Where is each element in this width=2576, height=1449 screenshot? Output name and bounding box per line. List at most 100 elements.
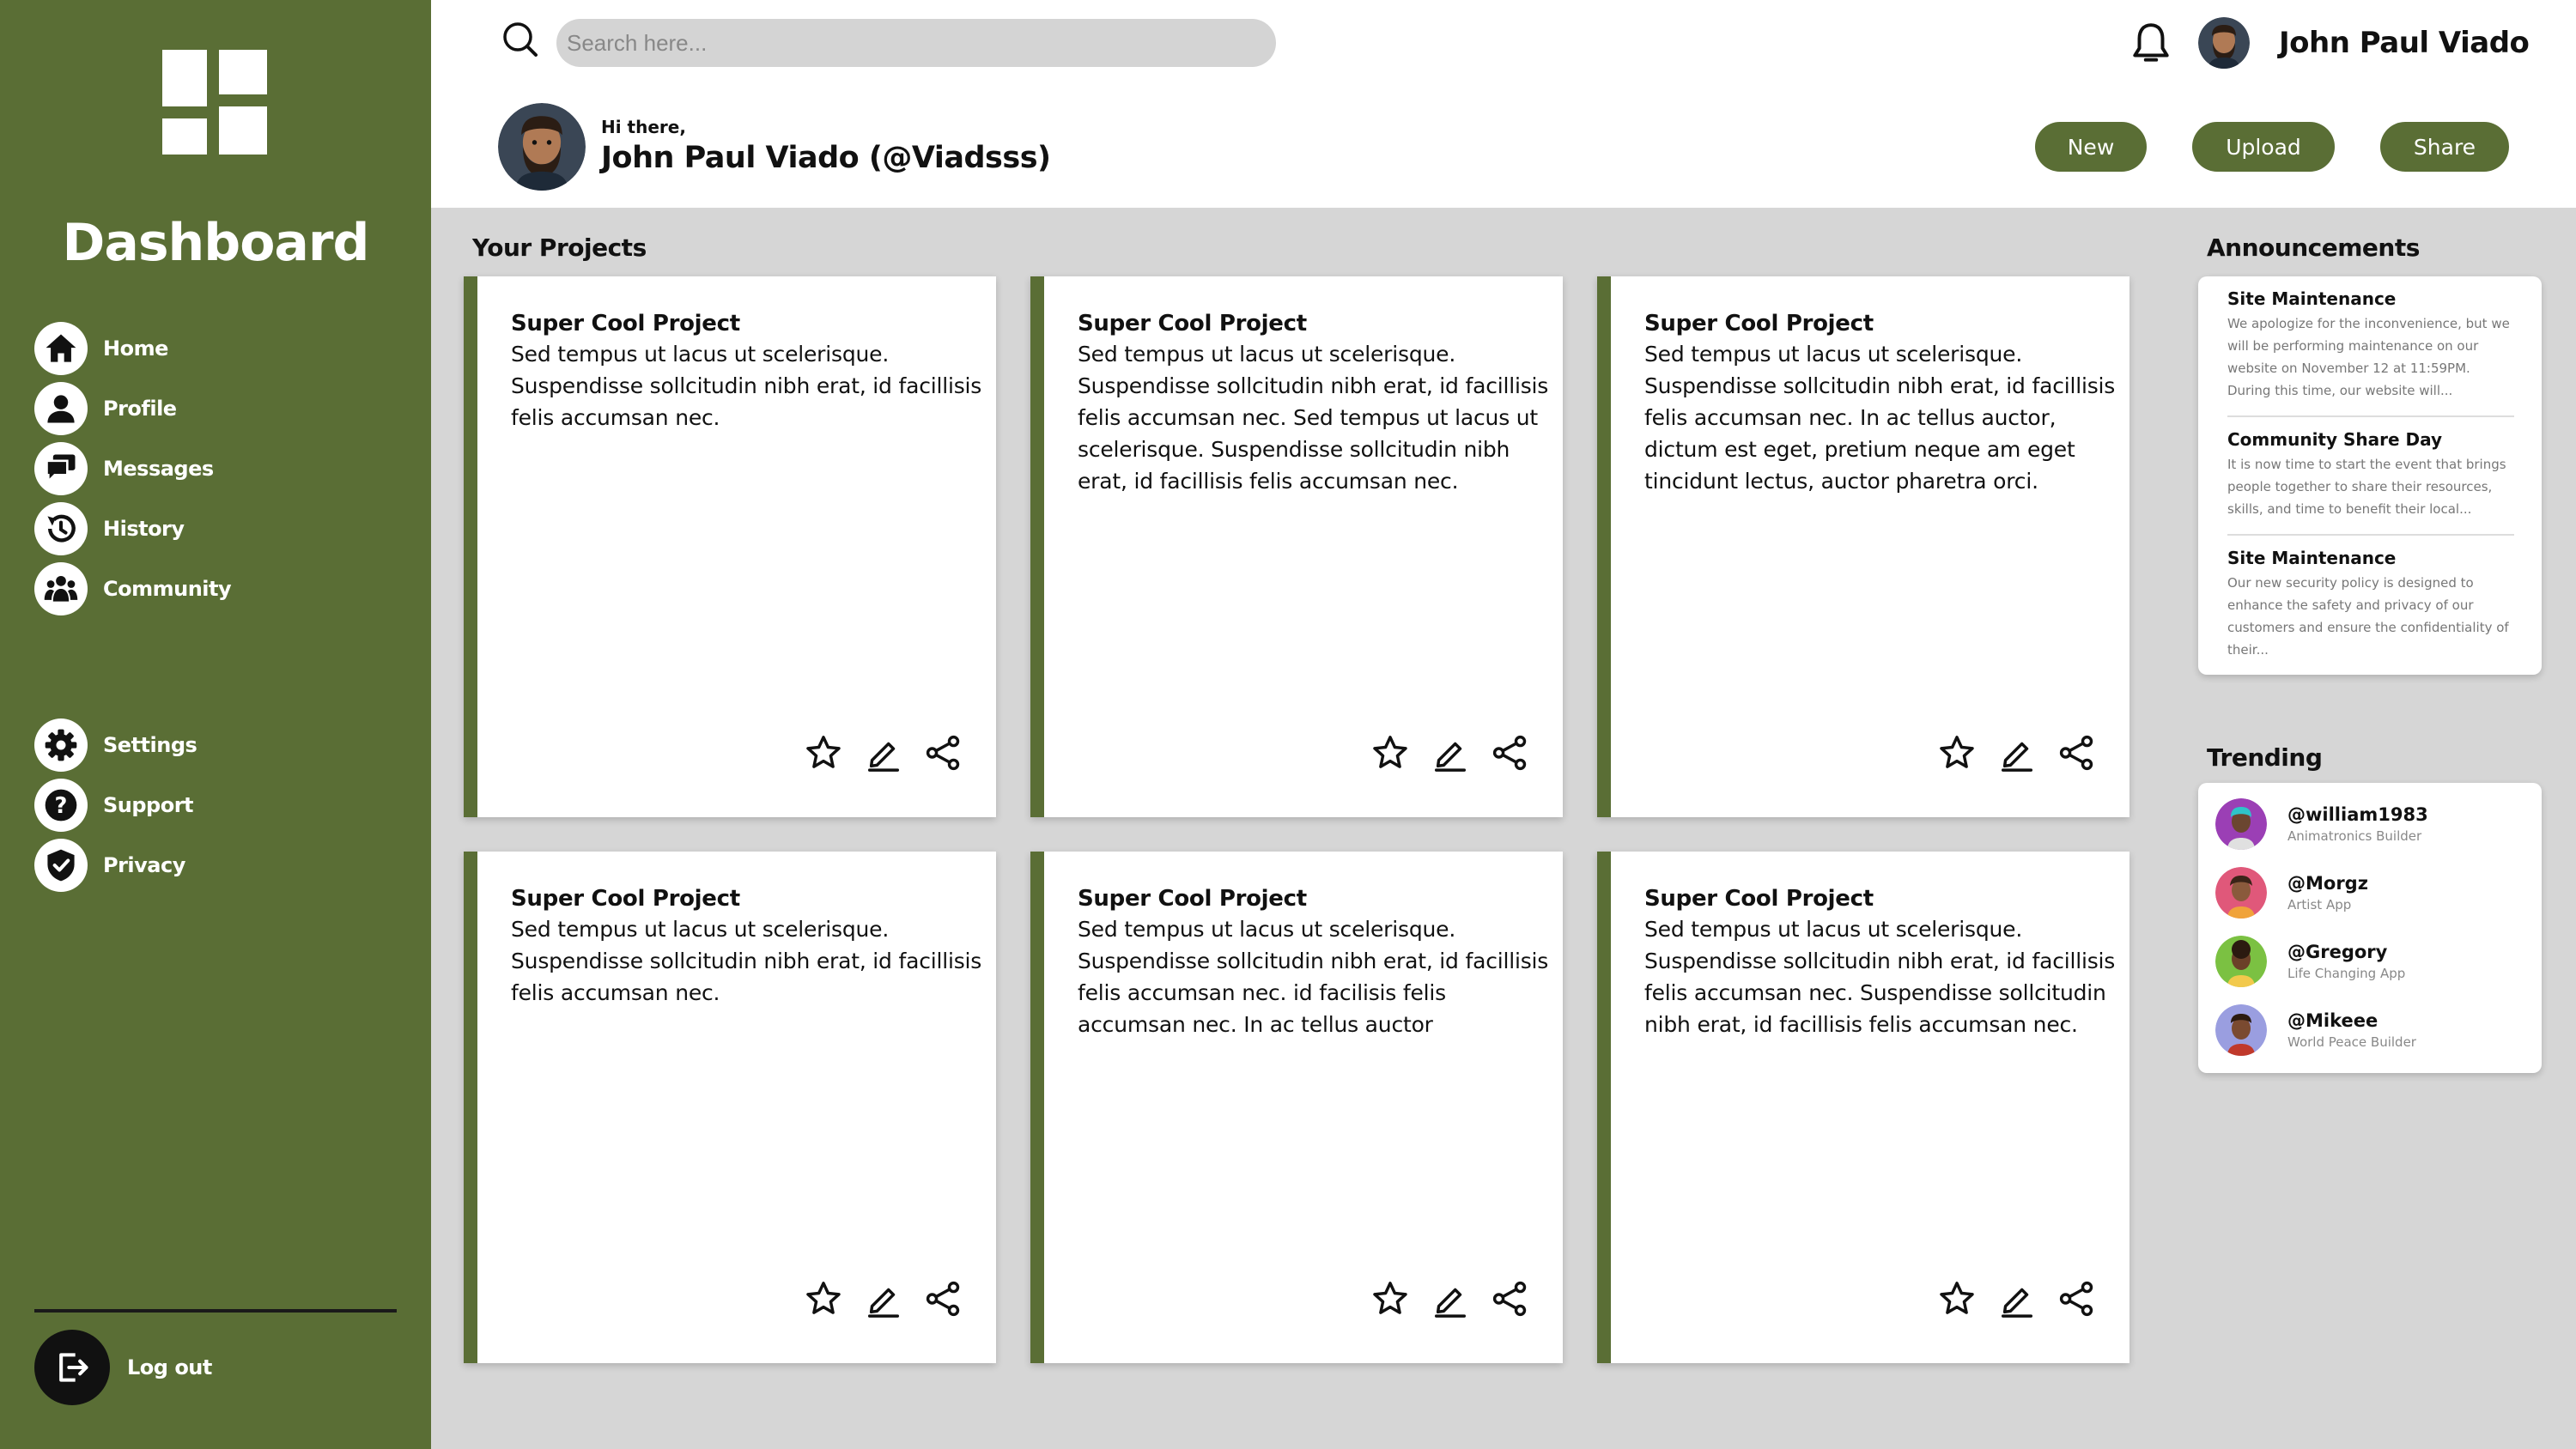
- avatar: [2215, 936, 2267, 987]
- logout-icon: [34, 1330, 110, 1405]
- announcements-title: Announcements: [2207, 233, 2420, 262]
- notification-bell-icon[interactable]: [2129, 21, 2172, 67]
- trending-username: @Gregory: [2287, 942, 2388, 962]
- logout-label: Log out: [127, 1355, 212, 1379]
- edit-icon[interactable]: [1431, 1279, 1470, 1319]
- project-description: Sed tempus ut lacus ut scelerisque. Susp…: [1644, 342, 2116, 494]
- edit-icon[interactable]: [1997, 733, 2037, 773]
- trending-item[interactable]: @Gregory Life Changing App: [2198, 927, 2542, 996]
- share-button[interactable]: Share: [2380, 122, 2509, 172]
- trending-subtitle: Life Changing App: [2287, 966, 2406, 981]
- messages-icon: [34, 442, 88, 495]
- star-icon[interactable]: [1370, 1279, 1410, 1319]
- settings-icon: [34, 718, 88, 772]
- announcement-item[interactable]: Site Maintenance We apologize for the in…: [2227, 276, 2514, 417]
- sidebar-item-label: History: [103, 517, 185, 541]
- new-button[interactable]: New: [2035, 122, 2147, 172]
- project-card[interactable]: Super Cool Project Sed tempus ut lacus u…: [1030, 852, 1563, 1363]
- upload-button[interactable]: Upload: [2192, 122, 2335, 172]
- announcement-body: We apologize for the inconvenience, but …: [2227, 316, 2510, 398]
- edit-icon[interactable]: [864, 1279, 903, 1319]
- sidebar-item-privacy[interactable]: Privacy: [34, 834, 185, 896]
- trending-subtitle: Animatronics Builder: [2287, 828, 2422, 844]
- sidebar: Dashboard Home Profile Messages History …: [0, 0, 431, 1449]
- star-icon[interactable]: [804, 1279, 843, 1319]
- header: John Paul Viado Hi there, John Paul Viad…: [431, 0, 2576, 208]
- avatar[interactable]: [2198, 17, 2250, 69]
- sidebar-item-history[interactable]: History: [34, 498, 185, 560]
- logout-button[interactable]: Log out: [34, 1330, 212, 1405]
- trending-subtitle: World Peace Builder: [2287, 1034, 2416, 1050]
- project-title: Super Cool Project: [1644, 311, 1874, 336]
- trending-username: @Morgz: [2287, 873, 2368, 894]
- share-icon[interactable]: [924, 1279, 963, 1319]
- avatar: [2215, 798, 2267, 850]
- profile-avatar: [498, 103, 586, 191]
- share-icon[interactable]: [1491, 733, 1530, 773]
- edit-icon[interactable]: [1431, 733, 1470, 773]
- sidebar-item-label: Privacy: [103, 853, 185, 877]
- profile-icon: [34, 382, 88, 435]
- edit-icon[interactable]: [1997, 1279, 2037, 1319]
- announcement-item[interactable]: Community Share Day It is now time to st…: [2227, 417, 2514, 536]
- support-icon: ?: [34, 779, 88, 832]
- sidebar-item-label: Community: [103, 577, 232, 601]
- trending-item[interactable]: @Morgz Artist App: [2198, 858, 2542, 927]
- share-icon[interactable]: [1491, 1279, 1530, 1319]
- project-card[interactable]: Super Cool Project Sed tempus ut lacus u…: [464, 276, 996, 817]
- announcement-body: It is now time to start the event that b…: [2227, 457, 2506, 517]
- project-card[interactable]: Super Cool Project Sed tempus ut lacus u…: [1597, 852, 2129, 1363]
- project-card[interactable]: Super Cool Project Sed tempus ut lacus u…: [1597, 276, 2129, 817]
- project-title: Super Cool Project: [511, 886, 740, 912]
- sidebar-item-community[interactable]: Community: [34, 558, 232, 620]
- star-icon[interactable]: [804, 733, 843, 773]
- user-handle: John Paul Viado (@Viadsss): [601, 141, 1051, 175]
- share-icon[interactable]: [2057, 1279, 2097, 1319]
- user-name[interactable]: John Paul Viado: [2279, 26, 2530, 60]
- trending-title: Trending: [2207, 743, 2323, 772]
- project-card[interactable]: Super Cool Project Sed tempus ut lacus u…: [1030, 276, 1563, 817]
- star-icon[interactable]: [1937, 1279, 1977, 1319]
- project-card[interactable]: Super Cool Project Sed tempus ut lacus u…: [464, 852, 996, 1363]
- svg-text:?: ?: [55, 793, 68, 819]
- announcement-body: Our new security policy is designed to e…: [2227, 575, 2509, 658]
- project-title: Super Cool Project: [1078, 311, 1307, 336]
- announcement-title: Community Share Day: [2227, 429, 2443, 450]
- announcements-panel: Site Maintenance We apologize for the in…: [2198, 276, 2542, 675]
- project-description: Sed tempus ut lacus ut scelerisque. Susp…: [511, 917, 982, 1005]
- home-icon: [34, 322, 88, 375]
- project-description: Sed tempus ut lacus ut scelerisque. Susp…: [511, 342, 982, 430]
- trending-username: @Mikeee: [2287, 1010, 2379, 1031]
- sidebar-item-home[interactable]: Home: [34, 318, 168, 379]
- history-icon: [34, 502, 88, 555]
- share-icon[interactable]: [924, 733, 963, 773]
- trending-item[interactable]: @Mikeee World Peace Builder: [2198, 996, 2542, 1064]
- greeting: Hi there,: [601, 117, 686, 137]
- sidebar-item-messages[interactable]: Messages: [34, 438, 214, 500]
- sidebar-item-support[interactable]: ? Support: [34, 774, 194, 836]
- announcement-item[interactable]: Site Maintenance Our new security policy…: [2227, 536, 2514, 675]
- sidebar-item-profile[interactable]: Profile: [34, 378, 177, 440]
- announcement-title: Site Maintenance: [2227, 548, 2397, 568]
- project-description: Sed tempus ut lacus ut scelerisque. Susp…: [1078, 917, 1549, 1037]
- dashboard-logo-icon: [162, 50, 267, 155]
- search-input[interactable]: [556, 19, 1276, 67]
- edit-icon[interactable]: [864, 733, 903, 773]
- star-icon[interactable]: [1370, 733, 1410, 773]
- sidebar-item-label: Messages: [103, 457, 214, 481]
- search-icon[interactable]: [500, 19, 543, 62]
- shield-icon: [34, 839, 88, 892]
- project-title: Super Cool Project: [1078, 886, 1307, 912]
- project-title: Super Cool Project: [1644, 886, 1874, 912]
- projects-title: Your Projects: [472, 233, 647, 262]
- sidebar-title: Dashboard: [62, 213, 370, 273]
- project-title: Super Cool Project: [511, 311, 740, 336]
- share-icon[interactable]: [2057, 733, 2097, 773]
- trending-username: @william1983: [2287, 804, 2428, 825]
- star-icon[interactable]: [1937, 733, 1977, 773]
- sidebar-item-label: Settings: [103, 733, 197, 757]
- sidebar-item-label: Home: [103, 336, 168, 361]
- sidebar-item-settings[interactable]: Settings: [34, 714, 197, 776]
- trending-item[interactable]: @william1983 Animatronics Builder: [2198, 790, 2542, 858]
- announcement-title: Site Maintenance: [2227, 288, 2397, 309]
